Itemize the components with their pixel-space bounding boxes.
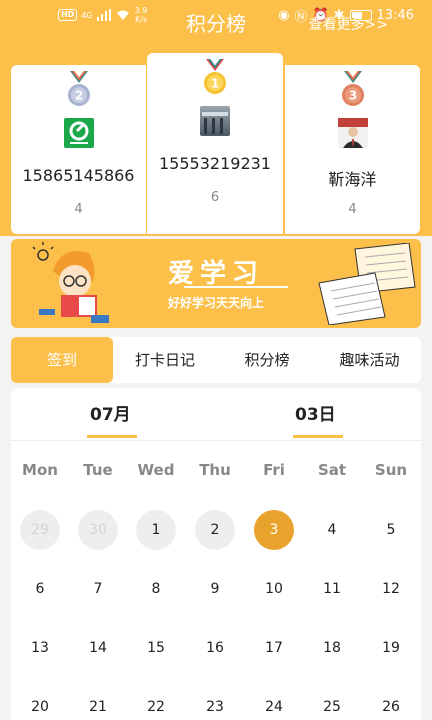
building-photo-icon (202, 112, 228, 134)
study-banner[interactable]: 爱学习 好好学习天天向上 (11, 239, 421, 328)
app-logo-avatar (63, 118, 94, 148)
gold-medal-icon: 1 (204, 59, 226, 94)
month-selector[interactable]: 07月 (90, 400, 131, 425)
weekday-mon: Mon (22, 461, 58, 479)
calendar-day[interactable]: 3 (254, 510, 294, 550)
rank-3-name: 靳海洋 (328, 170, 377, 189)
calendar-day[interactable]: 30 (78, 510, 118, 550)
medal-rank-3: 3 (348, 89, 356, 103)
photo-avatar (200, 106, 230, 136)
calendar-day[interactable]: 9 (195, 569, 235, 609)
calendar-day[interactable]: 8 (136, 569, 176, 609)
calendar-day[interactable]: 24 (254, 687, 294, 720)
rank-card-3[interactable]: 3 靳海洋 4 (285, 65, 420, 234)
day-underline (293, 435, 343, 438)
rank-3-count: 4 (348, 202, 357, 217)
weekday-tue: Tue (83, 461, 113, 479)
calendar-day[interactable]: 18 (312, 628, 352, 668)
calendar-day[interactable]: 26 (371, 687, 411, 720)
calendar-day[interactable]: 7 (78, 569, 118, 609)
calendar-day[interactable]: 29 (20, 510, 60, 550)
rank-card-1[interactable]: 1 15553219231 6 (147, 53, 283, 234)
calendar: 07月 03日 Mon Tue Wed Thu Fri Sat Sun 29 30… (11, 388, 421, 720)
calendar-day[interactable]: 16 (195, 628, 235, 668)
month-underline (87, 435, 137, 438)
tab-leaderboard[interactable]: 积分榜 (216, 337, 318, 383)
calendar-day[interactable]: 14 (78, 628, 118, 668)
calendar-day[interactable]: 25 (312, 687, 352, 720)
tab-sign-in[interactable]: 签到 (11, 337, 113, 383)
tab-check-in-diary[interactable]: 打卡日记 (114, 337, 216, 383)
rank-2-name: 15865145866 (22, 166, 135, 185)
tab-bar: 签到 打卡日记 积分榜 趣味活动 (11, 337, 421, 383)
view-more-link[interactable]: 查看更多>> (309, 14, 388, 34)
weekday-thu: Thu (199, 461, 231, 479)
calendar-day[interactable]: 23 (195, 687, 235, 720)
calendar-day[interactable]: 2 (195, 510, 235, 550)
weekday-sat: Sat (317, 461, 347, 479)
banner-divider (184, 286, 288, 288)
person-photo-icon (337, 118, 368, 148)
calendar-day[interactable]: 6 (20, 569, 60, 609)
silver-medal-icon: 2 (67, 71, 90, 106)
notes-paper-illustration (318, 243, 416, 325)
weekday-sun: Sun (374, 461, 408, 479)
app-logo-icon (69, 121, 88, 144)
calendar-day[interactable]: 1 (136, 510, 176, 550)
day-selector[interactable]: 03日 (295, 400, 336, 425)
calendar-day[interactable]: 20 (20, 687, 60, 720)
medal-rank-2: 2 (74, 89, 82, 103)
calendar-day[interactable]: 13 (20, 628, 60, 668)
weekday-wed: Wed (137, 461, 175, 479)
tab-fun-activities[interactable]: 趣味活动 (318, 337, 421, 383)
calendar-day[interactable]: 12 (371, 569, 411, 609)
calendar-day[interactable]: 17 (254, 628, 294, 668)
calendar-divider (11, 440, 421, 441)
weekday-fri: Fri (263, 461, 285, 479)
rank-1-name: 15553219231 (159, 154, 271, 173)
calendar-day[interactable]: 21 (78, 687, 118, 720)
calendar-day[interactable]: 4 (312, 510, 352, 550)
bronze-medal-icon: 3 (341, 71, 364, 106)
calendar-day[interactable]: 5 (371, 510, 411, 550)
calendar-day[interactable]: 10 (254, 569, 294, 609)
rank-card-2[interactable]: 2 15865145866 4 (11, 65, 146, 234)
calendar-day[interactable]: 22 (136, 687, 176, 720)
rank-1-count: 6 (210, 190, 220, 205)
person-avatar (337, 118, 368, 148)
rank-2-count: 4 (74, 202, 83, 217)
calendar-day[interactable]: 15 (136, 628, 176, 668)
calendar-day[interactable]: 19 (371, 628, 411, 668)
calendar-day[interactable]: 11 (312, 569, 352, 609)
medal-rank-1: 1 (211, 77, 219, 91)
